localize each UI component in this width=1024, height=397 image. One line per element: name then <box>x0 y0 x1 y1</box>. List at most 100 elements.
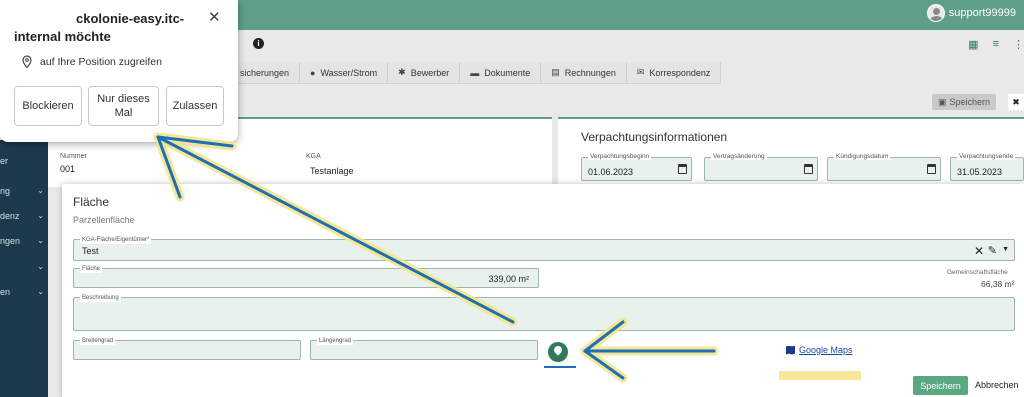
dialog-subtitle: Parzellenfläche <box>73 215 135 225</box>
tab-bewerber[interactable]: ✱ Bewerber <box>388 62 461 83</box>
save-button-label: Speichern <box>949 97 991 107</box>
tab-rechnungen[interactable]: ▤ Rechnungen <box>541 62 627 83</box>
field-label: KGA-Fläche/Eigentümer* <box>80 236 152 244</box>
tab-label: Bewerber <box>410 67 450 78</box>
user-menu[interactable]: support99999 <box>926 4 1016 22</box>
dropdown-arrow-icon[interactable]: ▼ <box>1002 246 1009 253</box>
area-field[interactable]: Fläche 339,00 m² <box>73 265 539 288</box>
field-label: Längengrad <box>317 337 354 345</box>
lease-info-title: Verpachtungsinformationen <box>581 130 728 144</box>
sidebar-item[interactable]: denz ⌄ <box>0 211 44 221</box>
marker-underline <box>544 366 576 368</box>
permission-request: auf Ihre Position zugreifen <box>22 55 162 68</box>
highlight-marker <box>779 371 861 380</box>
tab-wasser-strom[interactable]: ● Wasser/Strom <box>300 62 389 83</box>
latitude-field[interactable]: Breitengrad <box>73 337 301 360</box>
dialog-title: Fläche <box>73 195 110 209</box>
sidebar-item[interactable]: ⌄ <box>0 262 44 271</box>
cancel-button[interactable]: Abbrechen <box>975 380 1019 390</box>
block-button[interactable]: Blockieren <box>14 86 82 126</box>
popup-title-text: ckolonie-easy.itc-internal möchte <box>14 11 185 44</box>
kga-value: Testanlage <box>310 166 354 176</box>
field-label: Fläche <box>80 265 103 273</box>
sidebar-item-label: ng <box>0 186 11 196</box>
sidebar-nav: er ng ⌄ denz ⌄ ngen ⌄ ⌄ en ⌄ <box>0 140 48 397</box>
lease-end-field[interactable]: Verpachtungsende 31.05.2023 <box>950 153 1024 181</box>
invoice-icon: ▤ <box>551 67 560 77</box>
chevron-down-icon: ⌄ <box>37 287 44 296</box>
area-dialog: Fläche Parzellenfläche KGA-Fläche/Eigent… <box>62 184 1024 397</box>
tab-label: sicherungen <box>240 67 290 78</box>
only-this-time-button[interactable]: Nur dieses Mal <box>88 86 159 126</box>
calendar-icon[interactable] <box>804 164 813 174</box>
owner-value: Test <box>82 246 99 256</box>
kga-label: KGA <box>306 153 321 160</box>
sidebar-item[interactable]: ngen ⌄ <box>0 236 44 246</box>
calendar-icon[interactable]: ▦ <box>968 38 978 51</box>
save-button-disabled[interactable]: ▣ Speichern <box>932 94 996 110</box>
chevron-down-icon: ⌄ <box>37 236 44 245</box>
tab-label: Dokumente <box>484 67 531 78</box>
avatar-icon <box>926 4 945 22</box>
field-value: 01.06.2023 <box>588 167 634 177</box>
field-label: Vertragsänderung <box>711 153 767 160</box>
area-value: 339,00 m² <box>488 274 529 284</box>
location-pin-icon <box>22 55 32 68</box>
field-value: 31.05.2023 <box>957 167 1003 177</box>
calendar-icon[interactable] <box>678 164 687 174</box>
field-label: Verpachtungsende <box>957 153 1016 160</box>
folder-icon: ▬ <box>470 67 480 78</box>
info-icon[interactable]: i <box>253 38 264 49</box>
common-area-value: 66,38 m² <box>981 279 1015 289</box>
sidebar-item[interactable]: en ⌄ <box>0 287 44 297</box>
save-button[interactable]: Speichern <box>913 376 968 395</box>
permission-text: auf Ihre Position zugreifen <box>40 55 162 68</box>
close-icon[interactable]: ✖ <box>1008 94 1024 110</box>
sidebar-item-label: er <box>0 156 9 166</box>
save-icon: ▣ <box>937 96 947 107</box>
google-maps-link[interactable]: Google Maps <box>786 345 853 355</box>
longitude-field[interactable]: Längengrad <box>310 337 538 360</box>
lease-start-field[interactable]: Verpachtungsbeginn 01.06.2023 <box>581 153 692 181</box>
more-vert-icon[interactable]: ⋮ <box>1013 38 1024 51</box>
sidebar-item-label: denz <box>0 211 20 221</box>
sidebar-item[interactable]: ng ⌄ <box>0 186 44 196</box>
tab-label: Korrespondenz <box>649 67 711 78</box>
tab-label: Rechnungen <box>564 67 616 78</box>
field-label: Breitengrad <box>80 337 116 345</box>
tab-bar: sicherungen ● Wasser/Strom ✱ Bewerber ▬ Dok… <box>230 62 722 84</box>
page-action-icons: ▦ ≡ ⋮ <box>968 38 1024 51</box>
mail-icon: ✉ <box>636 67 645 77</box>
description-field[interactable]: Beschreibung <box>73 294 1015 331</box>
edit-pencil-icon[interactable]: ✎ <box>988 244 997 257</box>
owner-select[interactable]: KGA-Fläche/Eigentümer* Test ✕ ✎ ▼ <box>73 236 1015 261</box>
chevron-down-icon: ⌄ <box>37 262 44 271</box>
tab-korrespondenz[interactable]: ✉ Korrespondenz <box>627 62 722 83</box>
tab-dokumente[interactable]: ▬ Dokumente <box>460 62 542 83</box>
map-icon <box>786 345 795 355</box>
termination-date-field[interactable]: Kündigungsdatum <box>827 153 941 181</box>
contract-change-field[interactable]: Vertragsänderung <box>704 153 818 181</box>
popup-title: ckolonie-easy.itc-internal möchte <box>14 10 204 46</box>
allow-button[interactable]: Zulassen <box>166 86 224 126</box>
sidebar-item[interactable]: er <box>0 156 44 166</box>
tab-label: Wasser/Strom <box>320 67 378 78</box>
google-maps-label: Google Maps <box>799 345 853 355</box>
sidebar-item-label: en <box>0 287 11 297</box>
common-area-label: Gemeinschaftsfläche <box>947 269 1008 276</box>
checklist-icon[interactable]: ≡ <box>993 38 999 51</box>
clear-icon[interactable]: ✕ <box>974 244 984 258</box>
sidebar-item-label: ngen <box>0 236 21 246</box>
chevron-down-icon: ⌄ <box>37 186 44 195</box>
close-icon[interactable]: ✕ <box>208 8 221 26</box>
nummer-value: 001 <box>60 164 76 174</box>
tab-versicherungen[interactable]: sicherungen <box>230 62 301 83</box>
person-icon: ✱ <box>398 67 406 77</box>
username: support99999 <box>948 7 1016 19</box>
field-label: Verpachtungsbeginn <box>588 153 652 160</box>
water-icon: ● <box>310 67 316 78</box>
field-label: Kündigungsdatum <box>834 153 891 160</box>
nummer-label: Nummer <box>60 153 87 160</box>
location-marker-button[interactable] <box>548 342 568 362</box>
calendar-icon[interactable] <box>927 164 936 174</box>
